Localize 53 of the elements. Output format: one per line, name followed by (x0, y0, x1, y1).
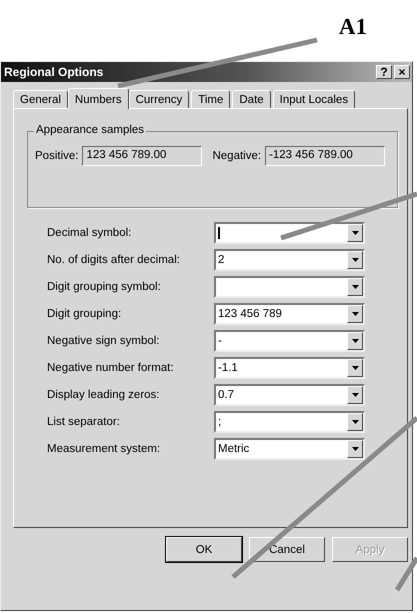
dropdown-field[interactable]: ; (214, 411, 365, 433)
dropdown-button[interactable] (347, 440, 363, 458)
dropdown-button[interactable] (347, 413, 363, 431)
dropdown-button[interactable] (347, 224, 363, 242)
caret-down-icon (352, 366, 358, 370)
field-label: Measurement system: (47, 443, 162, 455)
annotation-label: A1 (338, 14, 367, 40)
field-label: Positive: (35, 150, 78, 162)
caret-down-icon (352, 447, 358, 451)
field-label: Negative sign symbol: (47, 335, 160, 347)
field-label: Digit grouping symbol: (47, 281, 162, 293)
dropdown-field[interactable] (214, 276, 365, 298)
dropdown-button[interactable] (347, 359, 363, 377)
caret-down-icon (352, 231, 358, 235)
dialog-button[interactable]: Cancel (249, 537, 325, 562)
dropdown-button[interactable] (347, 278, 363, 296)
sample-field: -123 456 789.00 (265, 146, 386, 166)
group-title: Appearance samples (34, 124, 146, 136)
tab[interactable]: Numbers (68, 88, 129, 109)
field-label: Decimal symbol: (47, 227, 132, 239)
caret-down-icon (352, 393, 358, 397)
window-title: Regional Options (4, 65, 104, 79)
dropdown-field[interactable]: - (214, 330, 365, 352)
field-label: Digit grouping: (47, 308, 122, 320)
caret-down-icon (352, 258, 358, 262)
dropdown-button[interactable] (347, 332, 363, 350)
tab[interactable]: Time (191, 90, 230, 108)
caret-down-icon (352, 285, 358, 289)
dropdown-button[interactable] (347, 386, 363, 404)
field-label: No. of digits after decimal: (47, 254, 181, 266)
sample-field: 123 456 789.00 (82, 146, 202, 166)
dropdown-button[interactable] (347, 251, 363, 269)
dropdown-field[interactable]: 0.7 (214, 384, 365, 406)
dialog-button[interactable]: OK (166, 537, 242, 562)
dropdown-field[interactable] (214, 222, 365, 244)
close-button[interactable]: × (394, 65, 410, 79)
tab[interactable]: Currency (128, 90, 190, 108)
field-label: List separator: (47, 416, 121, 428)
caret-down-icon (352, 420, 358, 424)
help-button[interactable]: ? (376, 65, 392, 79)
field-label: Display leading zeros: (47, 389, 161, 401)
field-label: Negative: (212, 150, 262, 162)
dropdown-button[interactable] (347, 305, 363, 323)
dropdown-field[interactable]: Metric (214, 438, 365, 460)
caret-down-icon (352, 339, 358, 343)
tab[interactable]: Input Locales (272, 90, 356, 108)
tab[interactable]: General (13, 90, 68, 108)
caret-down-icon (352, 312, 358, 316)
dropdown-field[interactable]: 2 (214, 249, 365, 271)
dropdown-field[interactable]: 123 456 789 (214, 303, 365, 325)
dropdown-field[interactable]: -1.1 (214, 357, 365, 379)
field-label: Negative number format: (47, 362, 175, 374)
tab[interactable]: Date (232, 90, 271, 108)
